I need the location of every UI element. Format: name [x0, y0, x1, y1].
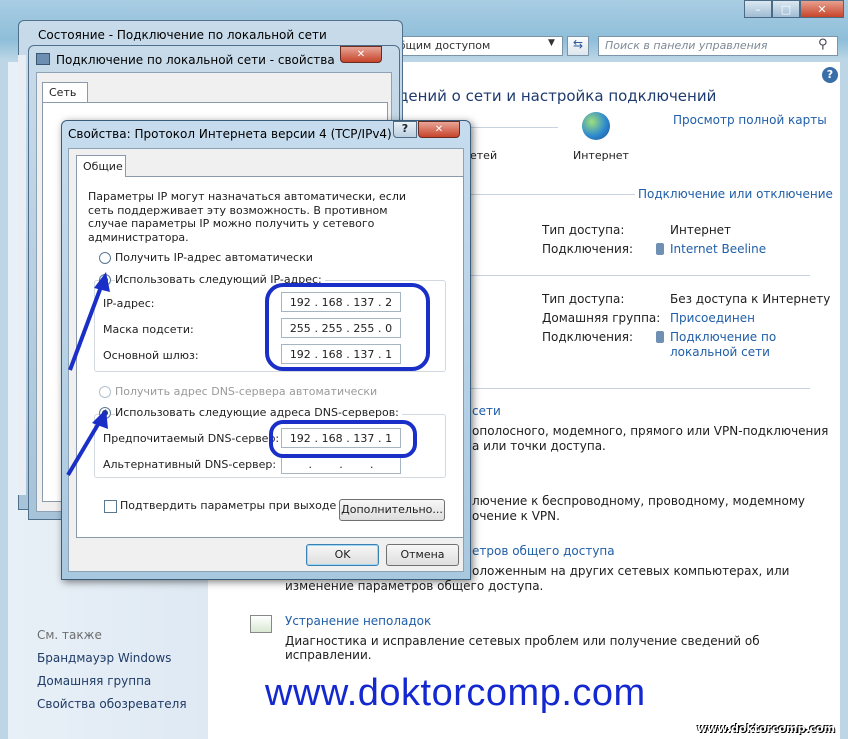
radio-auto-ip[interactable]: [99, 252, 111, 264]
watermark-large: www.doktorcomp.com: [265, 672, 646, 714]
troubleshoot-icon: [250, 615, 272, 633]
annotation-oval-dns: [269, 420, 417, 458]
section2-desc-2: очение к VPN.: [472, 509, 560, 523]
maximize-button[interactable]: □: [772, 0, 800, 18]
search-input[interactable]: Поиск в панели управления: [598, 36, 838, 56]
ok-button[interactable]: OK: [306, 544, 379, 566]
cancel-button[interactable]: Отмена: [386, 544, 459, 566]
tab-general[interactable]: Общие: [76, 155, 126, 177]
net2-connections-label: Подключения:: [542, 330, 634, 344]
help-button[interactable]: ?: [393, 121, 417, 138]
radio-auto-dns-label[interactable]: Получить адрес DNS-сервера автоматически: [115, 385, 377, 398]
sharing-settings-link[interactable]: етров общего доступа: [472, 544, 615, 558]
net1-access-value: Интернет: [670, 223, 732, 237]
divider: [470, 275, 810, 276]
net1-connections-label: Подключения:: [542, 242, 634, 256]
firewall-link[interactable]: Брандмауэр Windows: [37, 651, 171, 665]
connection-icon: [656, 243, 664, 255]
map-label-internet: Интернет: [573, 149, 629, 162]
close-button[interactable]: ✕: [800, 0, 844, 18]
setup-connection-link[interactable]: сети: [472, 404, 501, 418]
confirm-on-exit-checkbox[interactable]: [104, 500, 117, 513]
net1-access-label: Тип доступа:: [542, 223, 625, 237]
annotation-arrow-ip: [68, 272, 110, 371]
help-icon[interactable]: ?: [822, 67, 838, 83]
net1-connection-link[interactable]: Internet Beeline: [670, 242, 766, 256]
troubleshoot-link[interactable]: Устранение неполадок: [285, 614, 431, 628]
divider: [470, 388, 810, 389]
ipv4-dialog-title: Свойства: Протокол Интернета версии 4 (T…: [68, 127, 392, 141]
section1-desc-2: а или точки доступа.: [472, 439, 606, 453]
advanced-button[interactable]: Дополнительно...: [339, 499, 445, 521]
map-label-left: етей: [470, 149, 498, 162]
annotation-oval-ip: [265, 283, 430, 371]
radio-manual-dns-label[interactable]: Использовать следующие адреса DNS-сервер…: [115, 406, 402, 419]
radio-auto-ip-label[interactable]: Получить IP-адрес автоматически: [115, 251, 313, 264]
minimize-button[interactable]: –: [744, 0, 772, 18]
properties-close-button[interactable]: ✕: [340, 46, 382, 63]
section2-desc-1: лючение к беспроводному, проводному, мод…: [472, 494, 805, 508]
refresh-button[interactable]: ⇆: [567, 36, 589, 56]
network-icon: [36, 53, 50, 65]
connection-icon: [656, 331, 664, 343]
map-line: [470, 127, 558, 128]
troubleshoot-desc: Диагностика и исправление сетевых пробле…: [285, 634, 760, 662]
radio-auto-dns[interactable]: [99, 386, 111, 398]
homegroup-link[interactable]: Домашняя группа: [37, 674, 151, 688]
search-icon[interactable]: ⚲: [818, 37, 828, 52]
tab-network[interactable]: Сеть: [42, 82, 88, 103]
net2-access-value: Без доступа к Интернету: [670, 292, 831, 306]
ipv4-close-button[interactable]: ✕: [418, 121, 460, 138]
annotation-arrow-dns: [66, 409, 108, 477]
net2-access-label: Тип доступа:: [542, 292, 625, 306]
properties-window-title: Подключение по локальной сети - свойства: [56, 53, 335, 67]
net2-connection-link-1[interactable]: Подключение по: [670, 330, 776, 344]
connect-disconnect-link[interactable]: Подключение или отключение: [638, 187, 833, 201]
watermark-small: www.doktorcomp.com: [697, 722, 836, 735]
internet-globe-icon: [582, 112, 610, 140]
status-window-body: [18, 55, 26, 495]
ipv4-description: Параметры IP могут назначаться автоматич…: [88, 190, 407, 244]
preferred-dns-label: Предпочитаемый DNS-сервер:: [103, 432, 280, 445]
view-full-map-link[interactable]: Просмотр полной карты: [673, 113, 827, 127]
section3-desc-2: изменение параметров общего доступа.: [285, 579, 544, 593]
page-title: дений о сети и настройка подключений: [398, 87, 717, 105]
net2-homegroup-link[interactable]: Присоединен: [670, 311, 755, 325]
net2-homegroup-label: Домашняя группа:: [542, 311, 661, 325]
address-dropdown-icon[interactable]: ▼: [548, 38, 555, 48]
net2-connection-link-2[interactable]: локальной сети: [670, 345, 770, 359]
section1-desc-1: ополосного, модемного, прямого или VPN-п…: [472, 424, 829, 438]
address-bar[interactable]: общим доступом: [385, 36, 563, 56]
status-window-title: Состояние - Подключение по локальной сет…: [38, 28, 327, 42]
confirm-on-exit-label[interactable]: Подтвердить параметры при выходе: [120, 499, 336, 512]
window-controls: – □ ✕: [744, 0, 844, 18]
see-also-heading: См. также: [37, 628, 102, 642]
alternate-dns-label: Альтернативный DNS-сервер:: [103, 458, 277, 471]
internet-options-link[interactable]: Свойства обозревателя: [37, 697, 187, 711]
divider: [470, 194, 635, 195]
section3-desc-1: оложенным на других сетевых компьютерах,…: [472, 564, 790, 578]
